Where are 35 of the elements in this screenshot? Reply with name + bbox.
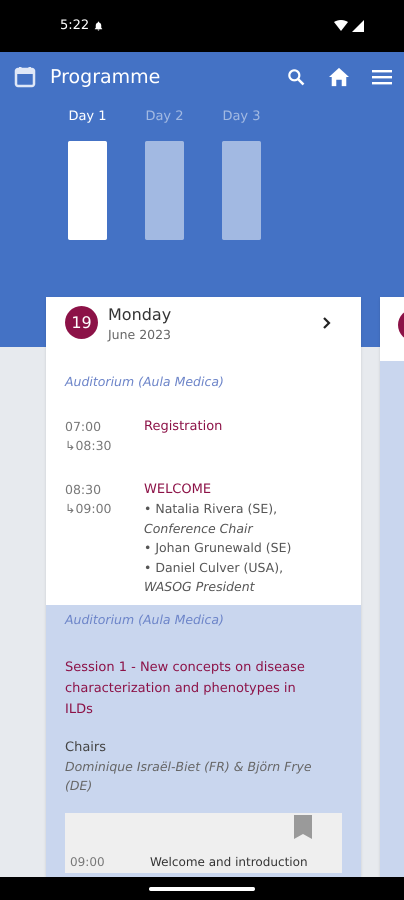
home-indicator[interactable] [149,886,255,890]
room-name: Auditorium (Aula Medica) [65,610,225,629]
bookmark-icon[interactable] [294,815,312,839]
event-title[interactable]: WELCOME [144,480,292,500]
start-time: 09:00 [70,854,106,871]
start-time: 08:30 [65,480,102,499]
wifi-icon [334,20,348,32]
speaker-line: • Johan Grunewald (SE) [144,539,292,558]
app-title: Programme [50,64,162,90]
speaker-line: WASOG President [144,578,256,596]
calendar-icon [14,66,36,88]
bell-icon [93,20,104,32]
speaker-line: • Daniel Culver (USA), [144,558,284,577]
start-time: 07:00 [65,418,102,436]
chairs-label: Chairs [65,738,108,756]
event-title[interactable]: Registration [144,416,222,436]
talk-title: Welcome and introduction [150,854,308,871]
end-time: ↳08:30 [65,436,112,455]
signal-icon [352,20,364,32]
talk-card[interactable]: 09:00 Welcome and introduction [65,813,342,873]
session-title[interactable]: Session 1 - New concepts on disease characterization and phenotypes in ILDs [65,656,327,720]
speaker-line: Conference Chair [144,520,254,538]
search-icon[interactable] [286,67,306,87]
home-icon[interactable] [328,67,350,87]
chairs-names: Dominique Israël-Biet (FR) & Björn Frye (DE) [65,758,313,795]
status-time: 5:22 [60,17,90,36]
day-tab[interactable]: Day 1 [68,107,107,126]
end-time: ↳09:00 [65,500,112,518]
room-name: Auditorium (Aula Medica) [65,373,225,391]
menu-icon[interactable] [372,69,392,85]
speaker-line: • Natalia Rivera (SE), [144,500,278,518]
month-year: June 2023 [108,326,172,344]
date-badge: 19 [65,306,98,339]
chevron-right-icon[interactable] [322,317,331,329]
weekday: Monday [108,304,172,326]
